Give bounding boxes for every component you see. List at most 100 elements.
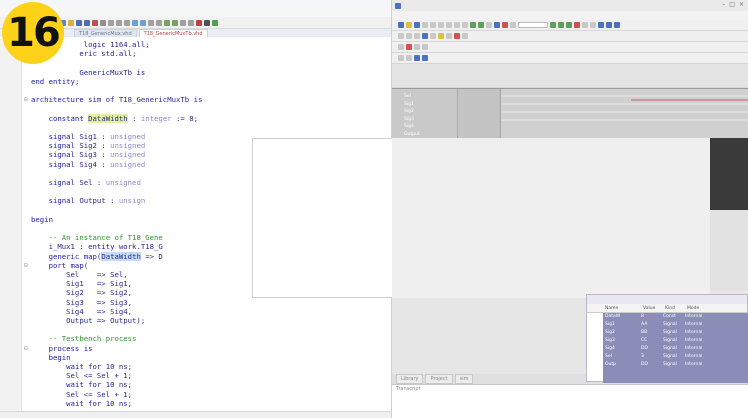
- bookmark-icon[interactable]: [462, 33, 468, 39]
- next-edge-icon[interactable]: [422, 55, 428, 61]
- collapse-icon[interactable]: [422, 44, 428, 50]
- restart-icon[interactable]: [510, 22, 516, 28]
- object-kind: Const: [663, 314, 676, 319]
- tab-library[interactable]: Library: [396, 374, 424, 384]
- object-mode: Internal: [685, 330, 703, 335]
- open-folder-icon[interactable]: [68, 19, 74, 26]
- tab-sim[interactable]: sim: [454, 374, 474, 384]
- find-icon[interactable]: [486, 22, 492, 28]
- object-row[interactable]: DataW 8 Const Internal: [603, 313, 748, 321]
- column-kind[interactable]: Kind: [661, 304, 683, 312]
- redo-icon[interactable]: [462, 22, 468, 28]
- simulator-toolbar-2: [392, 31, 748, 42]
- object-mode: Internal: [685, 338, 703, 343]
- maximize-icon[interactable]: □: [729, 2, 735, 8]
- object-row[interactable]: Outp DD Signal Internal: [603, 361, 748, 369]
- object-row[interactable]: Sel 3 Signal Internal: [603, 353, 748, 361]
- column-name[interactable]: Name: [587, 304, 639, 312]
- paste-icon[interactable]: [446, 22, 452, 28]
- wrap-icon[interactable]: [180, 19, 186, 26]
- save-icon[interactable]: [76, 19, 82, 26]
- cut-icon[interactable]: [430, 22, 436, 28]
- list-icon[interactable]: [438, 33, 444, 39]
- object-row[interactable]: Sig2 BB Signal Internal: [603, 329, 748, 337]
- continue-icon[interactable]: [558, 22, 564, 28]
- object-row[interactable]: Sig3 CC Signal Internal: [603, 337, 748, 345]
- simulate-icon[interactable]: [494, 22, 500, 28]
- zoom-out-icon[interactable]: [172, 19, 178, 26]
- code-line[interactable]: wait for 10 ns;: [0, 398, 391, 409]
- code-text: wait for 10 ns;: [66, 398, 133, 408]
- indent-guide-icon[interactable]: [188, 19, 194, 26]
- new-icon[interactable]: [398, 22, 404, 28]
- object-name: Sig2: [605, 330, 615, 335]
- layout-icon[interactable]: [398, 33, 404, 39]
- print-icon[interactable]: [100, 19, 106, 26]
- column-mode[interactable]: Mode: [683, 304, 713, 312]
- run-all-icon[interactable]: [566, 22, 572, 28]
- tab-project[interactable]: Project: [425, 374, 453, 384]
- zoom-in-icon[interactable]: [598, 22, 604, 28]
- save-all-icon[interactable]: [84, 19, 90, 26]
- zoom-full-icon[interactable]: [614, 22, 620, 28]
- replace-icon[interactable]: [156, 19, 162, 26]
- stop-icon[interactable]: [574, 22, 580, 28]
- paste-icon[interactable]: [124, 19, 130, 26]
- run-icon[interactable]: [550, 22, 556, 28]
- cursor-icon[interactable]: [406, 33, 412, 39]
- column-value[interactable]: Value: [639, 304, 661, 312]
- copy-icon[interactable]: [116, 19, 122, 26]
- wave-icon[interactable]: [422, 33, 428, 39]
- play-macro-icon[interactable]: [212, 19, 218, 26]
- select-icon[interactable]: [414, 33, 420, 39]
- find-icon[interactable]: [148, 19, 154, 26]
- step-icon[interactable]: [582, 22, 588, 28]
- stop-macro-icon[interactable]: [204, 19, 210, 26]
- prev-edge-icon[interactable]: [414, 55, 420, 61]
- open-icon[interactable]: [406, 22, 412, 28]
- transcript-panel[interactable]: Transcript: [392, 384, 748, 418]
- object-name: Outp: [605, 362, 617, 367]
- undo-icon[interactable]: [454, 22, 460, 28]
- compile-icon[interactable]: [470, 22, 476, 28]
- memory-icon[interactable]: [446, 33, 452, 39]
- gray-popup-panel: [392, 138, 710, 298]
- object-name: Sel: [605, 354, 612, 359]
- hierarchy-icon[interactable]: [398, 44, 404, 50]
- redo-icon[interactable]: [140, 19, 146, 26]
- object-row[interactable]: Sig1 AA Signal Internal: [603, 321, 748, 329]
- expand-icon[interactable]: [414, 44, 420, 50]
- object-mode: Internal: [685, 346, 703, 351]
- delete-icon[interactable]: [406, 44, 412, 50]
- wave-plot[interactable]: [500, 89, 748, 138]
- object-row[interactable]: Sig4 DD Signal Internal: [603, 345, 748, 353]
- cursor-remove-icon[interactable]: [406, 55, 412, 61]
- wave-window[interactable]: Sel Sig1 Sig2 Sig3 Sig4 Output: [392, 88, 748, 138]
- cursor-add-icon[interactable]: [398, 55, 404, 61]
- zoom-out-icon[interactable]: [606, 22, 612, 28]
- copy-icon[interactable]: [438, 22, 444, 28]
- tab-genericmux[interactable]: T18_GenericMux.vhd: [74, 29, 137, 37]
- run-length-field[interactable]: [518, 22, 548, 28]
- save-icon[interactable]: [414, 22, 420, 28]
- close-icon[interactable]: ×: [739, 2, 744, 8]
- undo-icon[interactable]: [132, 19, 138, 26]
- dataflow-icon[interactable]: [430, 33, 436, 39]
- object-kind: Signal: [663, 346, 677, 351]
- print-icon[interactable]: [422, 22, 428, 28]
- editor-status-bar: [0, 411, 391, 418]
- simulator-toolbar-1: [392, 20, 748, 31]
- close-file-icon[interactable]: [92, 19, 98, 26]
- tab-genericmuxtb[interactable]: T18_GenericMuxTb.vhd: [138, 29, 208, 37]
- record-macro-icon[interactable]: [196, 19, 202, 26]
- compile-all-icon[interactable]: [478, 22, 484, 28]
- zoom-in-icon[interactable]: [164, 19, 170, 26]
- simulator-menu-bar: [392, 11, 748, 20]
- marker-icon[interactable]: [454, 33, 460, 39]
- step-over-icon[interactable]: [590, 22, 596, 28]
- objects-list[interactable]: DataW 8 Const Internal Sig1 AA Signal Internal S…: [603, 313, 748, 383]
- break-icon[interactable]: [502, 22, 508, 28]
- objects-window[interactable]: Name Value Kind Mode DataW 8 Const Internal…: [586, 294, 748, 383]
- cut-icon[interactable]: [108, 19, 114, 26]
- minimize-icon[interactable]: –: [722, 2, 725, 8]
